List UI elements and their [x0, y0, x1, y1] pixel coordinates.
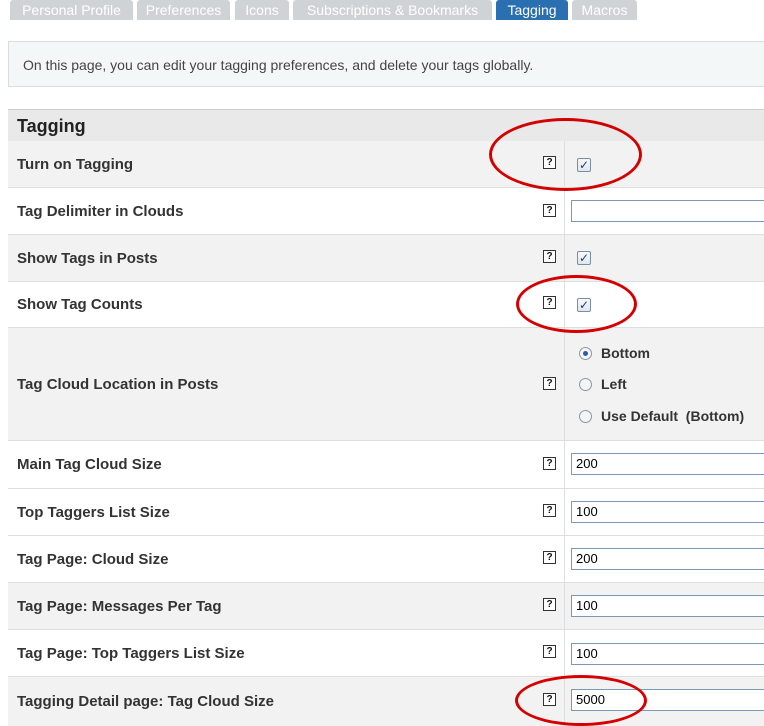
top-taggers-list-size-input[interactable]: 100: [571, 501, 764, 523]
tab-personal-profile[interactable]: Personal Profile: [10, 0, 133, 20]
column-divider: [564, 235, 565, 281]
help-icon[interactable]: ?: [543, 551, 556, 564]
turn-on-tagging-checkbox[interactable]: ✓: [577, 158, 591, 172]
tag-cloud-location-label: Tag Cloud Location in Posts: [17, 375, 219, 393]
row-show-tags-in-posts: Show Tags in Posts ? ✓: [8, 235, 764, 282]
tab-icons[interactable]: Icons: [235, 0, 289, 20]
help-icon[interactable]: ?: [543, 204, 556, 217]
tab-preferences[interactable]: Preferences: [137, 0, 230, 20]
tag-page-top-taggers-input[interactable]: 100: [571, 643, 764, 665]
row-top-taggers-list-size: Top Taggers List Size ? 100: [8, 489, 764, 536]
section-title: Tagging: [8, 109, 764, 141]
column-divider: [564, 583, 565, 629]
tag-delimiter-input[interactable]: [571, 200, 764, 222]
row-tag-cloud-location: Tag Cloud Location in Posts ? Bottom Lef…: [8, 328, 764, 441]
help-icon[interactable]: ?: [543, 693, 556, 706]
row-main-tag-cloud-size: Main Tag Cloud Size ? 200: [8, 441, 764, 489]
radio-button[interactable]: [579, 409, 592, 423]
column-divider: [564, 677, 565, 726]
row-tag-delimiter: Tag Delimiter in Clouds ?: [8, 188, 764, 235]
tab-subscriptions-bookmarks[interactable]: Subscriptions & Bookmarks: [293, 0, 492, 20]
main-tag-cloud-size-input[interactable]: 200: [571, 453, 764, 475]
help-icon[interactable]: ?: [543, 377, 556, 390]
radio-button[interactable]: [579, 377, 592, 391]
main-tag-cloud-size-label: Main Tag Cloud Size: [17, 456, 162, 473]
row-show-tag-counts: Show Tag Counts ? ✓: [8, 282, 764, 328]
tag-delimiter-label: Tag Delimiter in Clouds: [17, 202, 184, 220]
help-icon[interactable]: ?: [543, 156, 556, 169]
column-divider: [564, 188, 565, 234]
tab-tagging[interactable]: Tagging: [496, 0, 568, 20]
show-tags-in-posts-checkbox[interactable]: ✓: [577, 251, 591, 265]
tagging-detail-cloud-size-label: Tagging Detail page: Tag Cloud Size: [17, 693, 274, 710]
radio-label: Left: [601, 376, 627, 392]
page-description: On this page, you can edit your tagging …: [8, 41, 764, 87]
tagging-detail-cloud-size-input[interactable]: 5000: [571, 689, 764, 711]
tag-page-cloud-size-input[interactable]: 200: [571, 548, 764, 570]
radio-option-bottom[interactable]: Bottom: [579, 345, 650, 361]
turn-on-tagging-label: Turn on Tagging: [17, 155, 134, 173]
row-tag-page-messages-per-tag: Tag Page: Messages Per Tag ? 100: [8, 583, 764, 630]
column-divider: [564, 441, 565, 488]
tab-macros[interactable]: Macros: [572, 0, 637, 20]
radio-option-use-default[interactable]: Use Default (Bottom): [579, 408, 744, 424]
radio-button[interactable]: [579, 346, 592, 360]
top-taggers-list-size-label: Top Taggers List Size: [17, 503, 170, 521]
help-icon[interactable]: ?: [543, 250, 556, 263]
help-icon[interactable]: ?: [543, 645, 556, 658]
row-tagging-detail-cloud-size: Tagging Detail page: Tag Cloud Size ? 50…: [8, 677, 764, 726]
radio-label: Use Default (Bottom): [601, 408, 745, 424]
row-tag-page-cloud-size: Tag Page: Cloud Size ? 200: [8, 536, 764, 583]
help-icon[interactable]: ?: [543, 457, 556, 470]
show-tag-counts-label: Show Tag Counts: [17, 296, 143, 313]
radio-label: Bottom: [601, 345, 650, 361]
help-icon[interactable]: ?: [543, 504, 556, 517]
column-divider: [564, 489, 565, 535]
help-icon[interactable]: ?: [543, 296, 556, 309]
radio-option-left[interactable]: Left: [579, 376, 627, 392]
tag-page-messages-per-tag-input[interactable]: 100: [571, 595, 764, 617]
column-divider: [564, 536, 565, 582]
row-turn-on-tagging: Turn on Tagging ? ✓: [8, 141, 764, 188]
column-divider: [564, 141, 565, 187]
row-tag-page-top-taggers: Tag Page: Top Taggers List Size ? 100: [8, 630, 764, 677]
tag-page-top-taggers-label: Tag Page: Top Taggers List Size: [17, 644, 245, 662]
help-icon[interactable]: ?: [543, 598, 556, 611]
tab-bar: Personal Profile Preferences Icons Subsc…: [0, 0, 764, 20]
show-tag-counts-checkbox[interactable]: ✓: [577, 298, 591, 312]
tag-page-cloud-size-label: Tag Page: Cloud Size: [17, 550, 169, 568]
tag-page-messages-per-tag-label: Tag Page: Messages Per Tag: [17, 597, 222, 615]
show-tags-in-posts-label: Show Tags in Posts: [17, 249, 158, 267]
column-divider: [564, 282, 565, 327]
column-divider: [564, 328, 565, 440]
column-divider: [564, 630, 565, 676]
